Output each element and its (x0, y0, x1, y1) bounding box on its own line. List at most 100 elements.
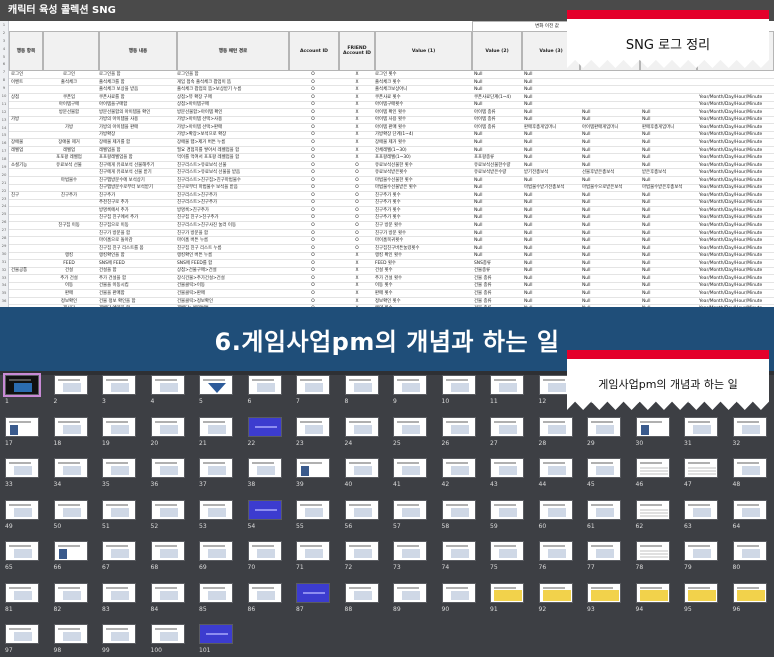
slide-thumbnail[interactable] (53, 458, 88, 478)
slide-thumbnail[interactable] (102, 375, 136, 395)
slide-thumbnail[interactable] (490, 458, 524, 478)
slide-sorter[interactable]: 1234567891011121314151617181920212223242… (0, 371, 774, 657)
slide-thumbnail[interactable] (393, 499, 427, 520)
slide-thumbnail[interactable] (247, 582, 282, 603)
slide-thumbnail[interactable] (102, 458, 136, 478)
slide-thumbnail[interactable] (150, 541, 185, 561)
slide-thumbnail[interactable] (587, 499, 621, 520)
slide-thumbnail[interactable] (199, 458, 233, 478)
slide-thumbnail[interactable] (393, 416, 427, 437)
slide-thumbnail[interactable] (635, 458, 670, 478)
slide-thumbnail[interactable] (441, 458, 476, 478)
slide-thumbnail[interactable] (199, 499, 233, 520)
slide-thumbnail[interactable] (587, 582, 621, 603)
slide-thumbnail[interactable] (587, 416, 621, 437)
slide-thumbnail[interactable] (199, 375, 233, 395)
slide-thumbnail[interactable] (247, 416, 282, 437)
slide-thumbnail[interactable] (732, 416, 767, 437)
slide-thumbnail[interactable] (296, 458, 330, 478)
thumb-title-line (736, 420, 759, 423)
slide-thumbnail[interactable] (441, 499, 476, 520)
slide-thumbnail[interactable] (344, 541, 379, 561)
slide-thumbnail[interactable] (53, 541, 88, 561)
slide-thumbnail[interactable] (296, 499, 330, 520)
slide-thumbnail[interactable] (150, 375, 185, 395)
slide-thumbnail[interactable] (247, 375, 282, 395)
slide-thumbnail[interactable] (441, 582, 476, 603)
slide-thumbnail[interactable] (538, 499, 573, 520)
slide-thumbnail[interactable] (5, 499, 39, 520)
slide-thumbnail[interactable] (344, 458, 379, 478)
slide-thumbnail[interactable] (490, 375, 524, 395)
slide-thumbnail[interactable] (3, 373, 41, 397)
slide-thumbnail[interactable] (5, 458, 39, 478)
slide-thumbnail[interactable] (684, 458, 718, 478)
slide-thumbnail[interactable] (102, 416, 136, 437)
slide-thumbnail[interactable] (5, 416, 39, 437)
slide-thumbnail[interactable] (102, 499, 136, 520)
slide-thumbnail[interactable] (5, 624, 39, 644)
slide-thumbnail[interactable] (684, 541, 718, 561)
slide-thumbnail[interactable] (587, 458, 621, 478)
slide-thumbnail[interactable] (441, 375, 476, 395)
slide-thumbnail[interactable] (538, 582, 573, 603)
slide-thumbnail[interactable] (247, 458, 282, 478)
slide-thumbnail[interactable] (344, 416, 379, 437)
slide-thumbnail[interactable] (684, 416, 718, 437)
slide-thumbnail[interactable] (732, 582, 767, 603)
slide-thumbnail[interactable] (490, 499, 524, 520)
slide-thumbnail[interactable] (150, 582, 185, 603)
slide-thumbnail[interactable] (344, 499, 379, 520)
slide-thumbnail[interactable] (393, 541, 427, 561)
slide-thumbnail[interactable] (538, 416, 573, 437)
slide-thumbnail[interactable] (393, 582, 427, 603)
slide-thumbnail[interactable] (5, 541, 39, 561)
slide-thumbnail[interactable] (490, 582, 524, 603)
slide-thumbnail[interactable] (150, 416, 185, 437)
slide-thumbnail[interactable] (732, 499, 767, 520)
slide-thumbnail[interactable] (441, 541, 476, 561)
slide-thumbnail[interactable] (635, 416, 670, 437)
slide-thumbnail[interactable] (247, 541, 282, 561)
slide-thumbnail[interactable] (53, 499, 88, 520)
slide-thumbnail[interactable] (684, 499, 718, 520)
slide-thumbnail[interactable] (53, 624, 88, 644)
slide-thumbnail[interactable] (296, 541, 330, 561)
slide-thumbnail[interactable] (490, 416, 524, 437)
slide-thumbnail[interactable] (53, 375, 88, 395)
slide-thumbnail[interactable] (344, 582, 379, 603)
slide-thumbnail[interactable] (441, 416, 476, 437)
slide-thumbnail[interactable] (199, 541, 233, 561)
slide-thumbnail[interactable] (150, 458, 185, 478)
slide-thumbnail[interactable] (538, 458, 573, 478)
slide-thumbnail[interactable] (732, 458, 767, 478)
slide-thumbnail[interactable] (199, 582, 233, 603)
slide-thumbnail[interactable] (732, 541, 767, 561)
slide-thumbnail[interactable] (635, 541, 670, 561)
slide-thumbnail[interactable] (635, 582, 670, 603)
slide-thumbnail[interactable] (393, 458, 427, 478)
slide-thumbnail[interactable] (53, 582, 88, 603)
slide-thumbnail[interactable] (490, 541, 524, 561)
slide-thumbnail[interactable] (199, 624, 233, 644)
slide-thumbnail[interactable] (150, 624, 185, 644)
slide-thumbnail[interactable] (684, 582, 718, 603)
thumb-content-block (14, 466, 32, 475)
slide-thumbnail[interactable] (635, 499, 670, 520)
slide-thumbnail[interactable] (247, 499, 282, 520)
slide-thumbnail[interactable] (296, 416, 330, 437)
slide-thumbnail[interactable] (102, 541, 136, 561)
slide-thumbnail[interactable] (150, 499, 185, 520)
slide-thumbnail[interactable] (538, 541, 573, 561)
slide-number: 92 (538, 605, 547, 613)
slide-thumbnail[interactable] (296, 375, 330, 395)
slide-thumbnail[interactable] (5, 582, 39, 603)
slide-thumbnail[interactable] (102, 582, 136, 603)
slide-thumbnail[interactable] (344, 375, 379, 395)
slide-thumbnail[interactable] (393, 375, 427, 395)
slide-thumbnail[interactable] (53, 416, 88, 437)
slide-thumbnail[interactable] (102, 624, 136, 644)
slide-thumbnail[interactable] (587, 541, 621, 561)
slide-thumbnail[interactable] (199, 416, 233, 437)
slide-thumbnail[interactable] (296, 582, 330, 603)
